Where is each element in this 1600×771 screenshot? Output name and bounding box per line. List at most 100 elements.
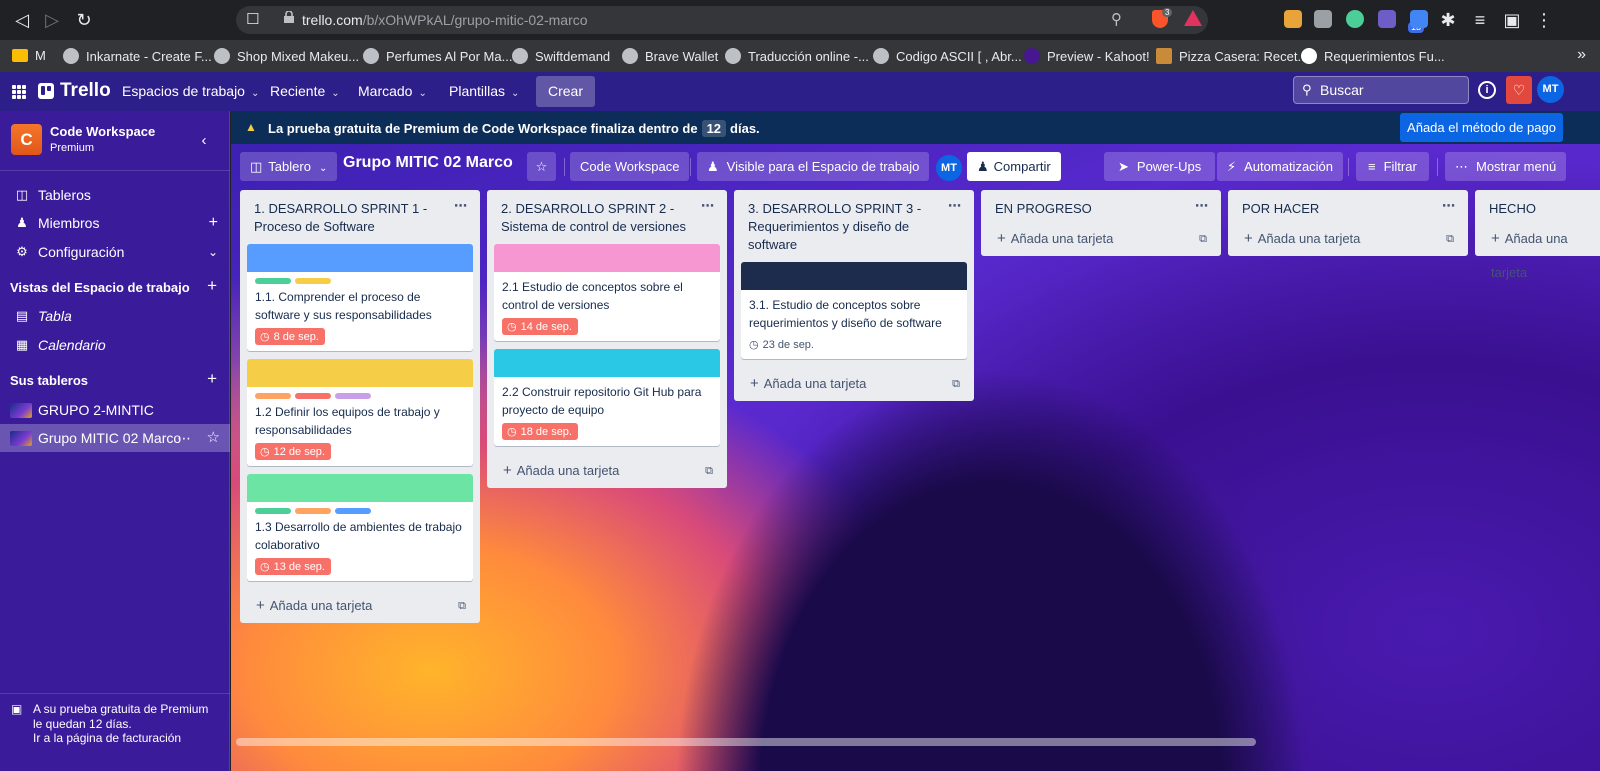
add-card-button[interactable]: + Añada una tarjeta ⧉: [487, 454, 727, 488]
nav-workspaces[interactable]: Espacios de trabajo ⌄: [122, 72, 259, 111]
trello-logo[interactable]: Trello: [38, 80, 111, 102]
bookmark-item[interactable]: Shop Mixed Makeu...: [214, 48, 359, 64]
menu-icon[interactable]: ⋮: [1532, 8, 1556, 32]
due-date-badge[interactable]: ◷ 8 de sep.: [255, 328, 325, 345]
bookmark-item[interactable]: Preview - Kahoot!: [1024, 48, 1150, 64]
list-menu-icon[interactable]: ⋯: [701, 198, 715, 214]
info-icon[interactable]: i: [1478, 81, 1496, 99]
bookmark-item[interactable]: Perfumes Al Por Ma...: [363, 48, 512, 64]
reload-icon[interactable]: ↻: [72, 8, 96, 32]
sidebar-board-grupo-2[interactable]: GRUPO 2-MINTIC: [0, 396, 230, 424]
sidebar-item-members[interactable]: ♟ Miembros +: [0, 209, 230, 237]
card-label[interactable]: [255, 508, 291, 514]
extension-icon-1[interactable]: [1284, 10, 1302, 28]
search-input[interactable]: ⚲ Buscar: [1293, 76, 1469, 104]
bookmark-item[interactable]: Inkarnate - Create F...: [63, 48, 212, 64]
translate-icon[interactable]: [1410, 10, 1428, 28]
add-board-icon[interactable]: +: [207, 369, 217, 389]
card[interactable]: 1.1. Comprender el proceso de software y…: [247, 244, 473, 351]
back-icon[interactable]: ◁: [10, 8, 34, 32]
card[interactable]: 2.2 Construir repositorio Git Hub para p…: [494, 349, 720, 446]
list-title[interactable]: 3. DESARROLLO SPRINT 3 - Requerimientos …: [734, 190, 974, 254]
nav-starred[interactable]: Marcado ⌄: [358, 72, 427, 111]
due-date-badge[interactable]: ◷ 18 de sep.: [502, 423, 578, 440]
address-bar[interactable]: ☐ trello.com/b/xOhWPkAL/grupo-mitic-02-m…: [236, 6, 1208, 34]
wallet-icon[interactable]: ▣: [1500, 8, 1524, 32]
list-title[interactable]: EN PROGRESO: [981, 190, 1221, 218]
bookmark-icon[interactable]: ☐: [246, 10, 259, 28]
due-date-badge[interactable]: ◷ 14 de sep.: [502, 318, 578, 335]
nav-templates[interactable]: Plantillas ⌄: [449, 72, 519, 111]
zoom-icon[interactable]: ⚲: [1111, 10, 1122, 28]
puzzle-icon[interactable]: ✱: [1436, 8, 1460, 32]
list-menu-icon[interactable]: ⋯: [454, 198, 468, 214]
trial-notice[interactable]: ▣ A su prueba gratuita de Premium le que…: [0, 693, 230, 753]
card-template-icon[interactable]: ⧉: [952, 367, 960, 401]
card-template-icon[interactable]: ⧉: [1199, 222, 1207, 256]
card-label[interactable]: [255, 278, 291, 284]
automation-button[interactable]: ⚡ Automatización: [1217, 152, 1344, 181]
card-label[interactable]: [255, 393, 291, 399]
list-title[interactable]: HECHO: [1475, 190, 1600, 218]
card-template-icon[interactable]: ⧉: [705, 454, 713, 488]
list-menu-icon[interactable]: ⋯: [1195, 198, 1209, 214]
card[interactable]: 1.2 Definir los equipos de trabajo y res…: [247, 359, 473, 466]
workspace-logo[interactable]: C: [11, 124, 42, 155]
forward-icon[interactable]: ▷: [40, 8, 64, 32]
add-view-icon[interactable]: +: [207, 276, 217, 296]
list-title[interactable]: 2. DESARROLLO SPRINT 2 - Sistema de cont…: [487, 190, 727, 236]
card[interactable]: 3.1. Estudio de conceptos sobre requerim…: [741, 262, 967, 359]
more-bookmarks-icon[interactable]: »: [1577, 46, 1586, 64]
list-title[interactable]: POR HACER: [1228, 190, 1468, 218]
list-title[interactable]: 1. DESARROLLO SPRINT 1 - Proceso de Soft…: [240, 190, 480, 236]
card-label[interactable]: [295, 393, 331, 399]
share-button[interactable]: ♟ Compartir: [967, 152, 1061, 181]
bookmark-item[interactable]: Pizza Casera: Recet...: [1156, 48, 1308, 64]
create-button[interactable]: Crear: [536, 76, 596, 107]
bookmark-item[interactable]: Requerimientos Fu...: [1301, 48, 1445, 64]
extension-icon-3[interactable]: [1346, 10, 1364, 28]
view-switcher-button[interactable]: ◫ Tablero ⌄: [240, 152, 338, 181]
bookmark-item[interactable]: Traducción online -...: [725, 48, 869, 64]
horizontal-scrollbar[interactable]: [236, 738, 1256, 746]
add-card-button[interactable]: + Añada una tarjeta ⧉: [981, 222, 1221, 256]
card-label[interactable]: [295, 278, 331, 284]
bookmark-item[interactable]: M: [12, 48, 46, 63]
card-label[interactable]: [295, 508, 331, 514]
notifications-bell-icon[interactable]: ♡: [1506, 76, 1532, 104]
nav-recent[interactable]: Reciente ⌄: [270, 72, 340, 111]
workspace-button[interactable]: Code Workspace: [570, 152, 690, 181]
star-icon[interactable]: ☆: [207, 424, 220, 452]
sidebar-item-table[interactable]: ▤ Tabla: [0, 302, 230, 330]
avatar[interactable]: MT: [1537, 76, 1564, 103]
visibility-button[interactable]: ♟ Visible para el Espacio de trabajo: [697, 152, 930, 181]
brave-rewards-icon[interactable]: [1184, 10, 1202, 26]
extension-icon-4[interactable]: [1378, 10, 1396, 28]
billing-link[interactable]: Ir a la página de facturación: [33, 731, 208, 746]
extension-icon-2[interactable]: [1314, 10, 1332, 28]
list-menu-icon[interactable]: ⋯: [1442, 198, 1456, 214]
add-card-button[interactable]: + Añada una tarjeta ⧉: [734, 367, 974, 401]
bookmark-item[interactable]: Swiftdemand: [512, 48, 610, 64]
due-date-badge[interactable]: ◷ 13 de sep.: [255, 558, 331, 575]
add-card-button[interactable]: + Añada una tarjeta ⧉: [240, 589, 480, 623]
app-switcher-icon[interactable]: [12, 85, 26, 99]
sidebar-item-calendar[interactable]: ▦ Calendario: [0, 331, 230, 359]
card-template-icon[interactable]: ⧉: [1446, 222, 1454, 256]
add-member-icon[interactable]: +: [209, 209, 218, 237]
powerups-button[interactable]: ➤ Power-Ups: [1104, 152, 1216, 181]
card-template-icon[interactable]: ⧉: [458, 589, 466, 623]
card-label[interactable]: [335, 508, 371, 514]
member-avatar[interactable]: MT: [936, 155, 962, 181]
card-label[interactable]: [335, 393, 371, 399]
board-title[interactable]: Grupo MITIC 02 Marco: [343, 154, 513, 172]
add-payment-button[interactable]: Añada el método de pago: [1400, 113, 1563, 142]
show-menu-button[interactable]: ⋯ Mostrar menú: [1445, 152, 1567, 181]
collapse-sidebar-icon[interactable]: ‹: [192, 129, 216, 153]
sidebar-board-grupo-mitic[interactable]: Grupo MITIC 02 Marco ⋯ ☆: [0, 424, 230, 452]
star-board-icon[interactable]: ☆: [527, 152, 556, 181]
add-card-button[interactable]: + Añada una tarjeta ⧉: [1228, 222, 1468, 256]
due-date-badge[interactable]: ◷ 12 de sep.: [255, 443, 331, 460]
workspace-name[interactable]: Code Workspace: [50, 124, 155, 139]
due-date-badge[interactable]: ◷ 23 de sep.: [749, 336, 820, 353]
